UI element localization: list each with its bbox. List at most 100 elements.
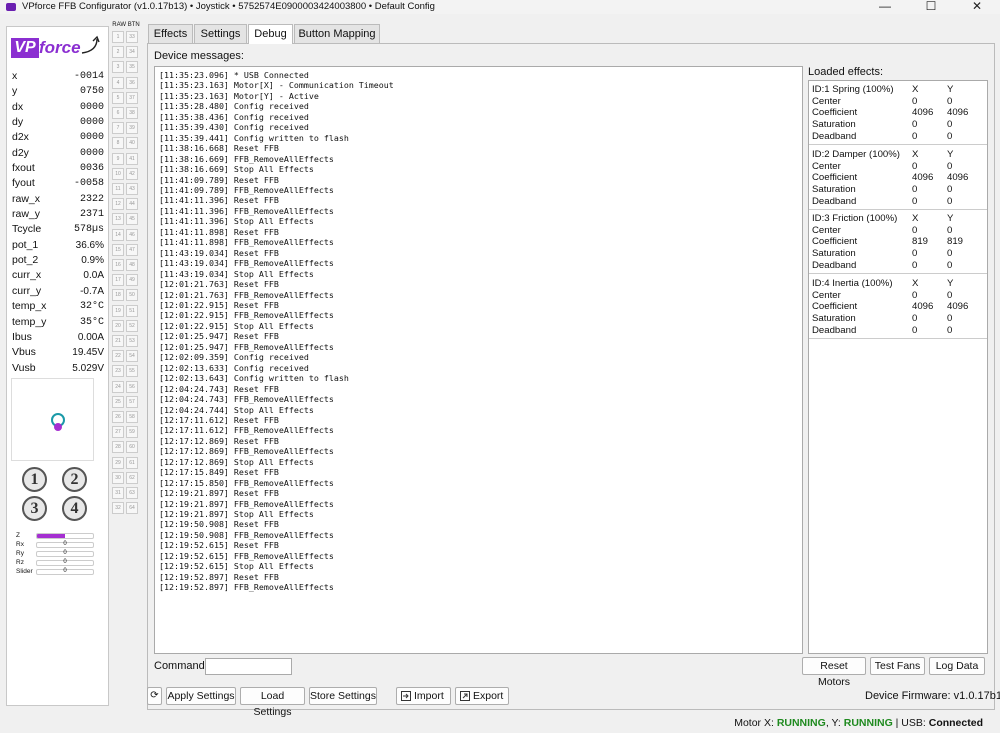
tab-effects[interactable]: Effects bbox=[148, 24, 193, 43]
import-button[interactable]: Import bbox=[396, 687, 451, 705]
telemetry-key: pot_2 bbox=[12, 254, 39, 267]
effect-param-y: 819 bbox=[947, 236, 964, 248]
telemetry-value: 2371 bbox=[79, 209, 104, 221]
telemetry-key: curr_y bbox=[12, 284, 42, 297]
telemetry-key: raw_y bbox=[12, 208, 41, 221]
telemetry-row: d2x 0000 bbox=[12, 130, 104, 145]
effect-param-x: 0 bbox=[912, 289, 918, 301]
refresh-button[interactable]: ⟳ bbox=[147, 687, 162, 705]
log-line: [12:01:22.915] FFB_RemoveAllEffects bbox=[159, 310, 334, 321]
log-line: [11:41:11.396] FFB_RemoveAllEffects bbox=[159, 205, 334, 216]
telemetry-value: 0000 bbox=[79, 101, 104, 113]
effect-param-row: Center 0 0 bbox=[812, 225, 987, 237]
effect-card: ID:4 Inertia (100%) X Y Center 0 0 Coefficient… bbox=[809, 277, 987, 340]
raw-button: 45 bbox=[126, 213, 138, 226]
effect-param-name: Saturation bbox=[812, 313, 856, 325]
telemetry-value: 578µs bbox=[73, 224, 104, 236]
effect-param-row: Center 0 0 bbox=[812, 96, 987, 108]
command-input[interactable] bbox=[205, 658, 292, 675]
log-line: [12:02:13.633] Config received bbox=[159, 362, 309, 373]
load-settings-button[interactable]: Load Settings bbox=[240, 687, 305, 718]
raw-button: 9 bbox=[112, 152, 124, 165]
raw-button: 19 bbox=[112, 304, 124, 317]
firmware-version: v1.0.17b17 bbox=[953, 690, 1000, 702]
effect-param-x: 0 bbox=[912, 195, 918, 207]
axis-value: 0 bbox=[63, 550, 67, 556]
effect-param-row: Saturation 0 0 bbox=[812, 184, 987, 196]
raw-button: 32 bbox=[112, 502, 124, 515]
effect-param-y: 0 bbox=[947, 289, 953, 301]
raw-button: 21 bbox=[112, 335, 124, 347]
log-line: [11:38:16.669] FFB_RemoveAllEffects bbox=[159, 153, 334, 164]
effect-header: ID:3 Friction (100%) X Y bbox=[812, 213, 987, 225]
effect-param-name: Deadband bbox=[812, 130, 857, 142]
effect-param-x: 819 bbox=[912, 236, 929, 248]
effect-param-name: Coefficient bbox=[812, 301, 858, 313]
raw-button: 30 bbox=[112, 471, 124, 484]
log-line: [12:01:25.947] Reset FFB bbox=[159, 331, 279, 342]
export-button[interactable]: Export bbox=[455, 687, 509, 705]
apply-settings-button[interactable]: Apply Settings bbox=[166, 687, 236, 705]
effect-param-y: 0 bbox=[947, 184, 953, 196]
log-line: [11:41:11.898] Reset FFB bbox=[159, 226, 279, 237]
firmware-info: Device Firmware: v1.0.17b17 bbox=[865, 690, 1000, 702]
effect-param-y: 0 bbox=[947, 224, 953, 236]
raw-button: 29 bbox=[112, 456, 124, 469]
raw-button: 33 bbox=[126, 31, 138, 43]
motor-y-label: Y: bbox=[831, 717, 841, 729]
minimize-button[interactable]: — bbox=[862, 0, 908, 14]
reset-motors-button[interactable]: Reset Motors bbox=[802, 657, 866, 688]
telemetry-row: dy 0000 bbox=[12, 115, 104, 130]
device-messages-log[interactable]: [11:35:23.096] * USB Connected [11:35:23.… bbox=[154, 66, 803, 654]
vpforce-logo: VP force bbox=[11, 35, 100, 61]
motor-x-label: Motor X: bbox=[734, 717, 774, 729]
raw-button: 8 bbox=[112, 137, 124, 150]
effect-param-y: 4096 bbox=[947, 301, 969, 313]
telemetry-row: temp_y 35°C bbox=[12, 315, 104, 330]
effect-param-x: 4096 bbox=[912, 172, 934, 184]
log-line: [12:01:22.915] Stop All Effects bbox=[159, 320, 314, 331]
test-fans-button[interactable]: Test Fans bbox=[870, 657, 925, 675]
axis-row: Slider 0 bbox=[16, 568, 106, 576]
effect-card: ID:1 Spring (100%) X Y Center 0 0 Coefficient 4… bbox=[809, 83, 987, 146]
effect-param-row: Center 0 0 bbox=[812, 161, 987, 173]
telemetry-value: 2322 bbox=[79, 193, 104, 205]
stick-position-view bbox=[11, 378, 94, 461]
raw-button: 24 bbox=[112, 380, 124, 393]
tab-settings[interactable]: Settings bbox=[194, 24, 247, 43]
log-line: [11:35:38.436] Config received bbox=[159, 111, 309, 122]
effect-x-header: X bbox=[912, 213, 919, 224]
hat-button-3: 3 bbox=[22, 496, 47, 521]
log-line: [11:35:23.163] Motor[X] - Communication … bbox=[159, 80, 394, 91]
tab-debug[interactable]: Debug bbox=[248, 24, 293, 44]
window-title: VPforce FFB Configurator (v1.0.17b13) • … bbox=[22, 1, 435, 12]
telemetry-value: 0.0A bbox=[83, 270, 104, 282]
effect-param-name: Saturation bbox=[812, 119, 856, 131]
store-settings-button[interactable]: Store Settings bbox=[309, 687, 377, 705]
log-data-button[interactable]: Log Data bbox=[929, 657, 985, 675]
raw-button: 46 bbox=[126, 228, 138, 241]
effect-param-y: 0 bbox=[947, 95, 953, 107]
raw-button: 61 bbox=[126, 456, 138, 469]
log-line: [11:35:39.441] Config written to flash bbox=[159, 132, 349, 143]
telemetry-value: 35°C bbox=[79, 316, 104, 328]
raw-button: 10 bbox=[112, 167, 124, 180]
log-line: [12:04:24.743] FFB_RemoveAllEffects bbox=[159, 394, 334, 405]
effect-param-y: 0 bbox=[947, 160, 953, 172]
close-button[interactable]: ✕ bbox=[954, 0, 1000, 14]
tab-button-mapping[interactable]: Button Mapping bbox=[294, 24, 380, 43]
effect-param-x: 0 bbox=[912, 130, 918, 142]
telemetry-key: x bbox=[12, 70, 18, 82]
axis-name: Rx bbox=[16, 541, 24, 548]
telemetry-value: -0014 bbox=[73, 71, 104, 82]
maximize-button[interactable]: ☐ bbox=[908, 0, 954, 14]
effect-param-x: 0 bbox=[912, 184, 918, 196]
raw-button: 22 bbox=[112, 350, 124, 363]
telemetry-key: dx bbox=[12, 100, 24, 113]
telemetry-row: raw_y 2371 bbox=[12, 207, 104, 222]
effect-x-header: X bbox=[912, 84, 919, 95]
axis-name: Ry bbox=[16, 550, 24, 557]
axis-name: Slider bbox=[16, 568, 33, 575]
effect-param-x: 0 bbox=[912, 324, 918, 336]
telemetry-value: 0036 bbox=[79, 163, 104, 175]
